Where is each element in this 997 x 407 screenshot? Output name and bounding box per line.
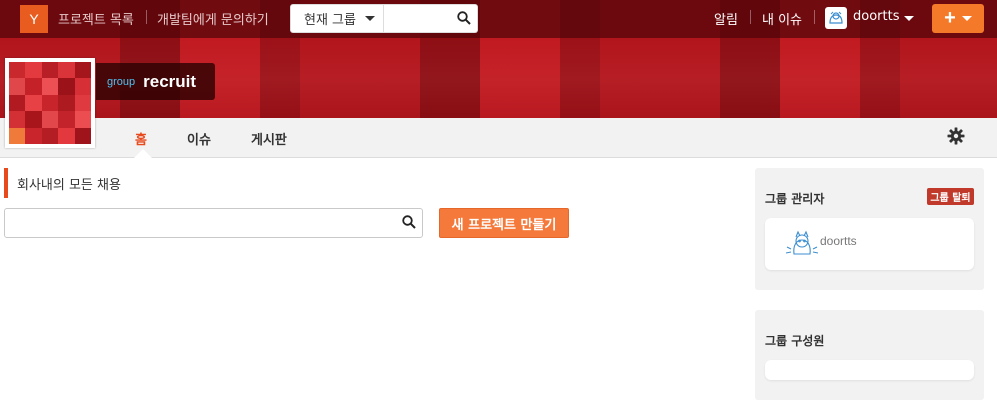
project-list-link[interactable]: 프로젝트 목록 xyxy=(58,9,134,28)
username-link[interactable]: doortts xyxy=(853,9,899,24)
user-avatar[interactable] xyxy=(825,7,847,29)
my-issues-link[interactable]: 내 이슈 xyxy=(762,9,802,28)
chevron-down-icon xyxy=(961,16,972,21)
search-scope-label: 현재 그룹 xyxy=(304,13,356,28)
mosaic-tile xyxy=(74,62,91,79)
chevron-down-icon[interactable] xyxy=(904,16,914,21)
admin-avatar-icon xyxy=(785,230,819,255)
project-search-input[interactable] xyxy=(11,209,401,237)
mosaic-tile xyxy=(74,127,91,144)
admin-card[interactable]: doortts xyxy=(765,218,974,270)
admin-username: doortts xyxy=(820,234,857,248)
mosaic-tile xyxy=(41,94,59,112)
mosaic-tile xyxy=(74,78,91,95)
gear-icon[interactable] xyxy=(947,127,965,145)
global-search-input[interactable] xyxy=(388,5,458,32)
mosaic-tile xyxy=(74,94,91,112)
group-logo-mosaic xyxy=(9,62,91,144)
notifications-link[interactable]: 알림 xyxy=(714,9,738,28)
mosaic-tile xyxy=(58,111,75,128)
mosaic-tile xyxy=(25,78,42,95)
search-icon[interactable] xyxy=(457,11,471,25)
group-name[interactable]: recruit xyxy=(143,72,196,92)
mosaic-tile xyxy=(41,111,59,128)
mosaic-tile xyxy=(9,127,26,144)
global-search-box xyxy=(384,4,478,33)
user-avatar-icon xyxy=(829,11,843,24)
mosaic-tile xyxy=(58,127,75,144)
site-logo[interactable]: Y xyxy=(20,5,48,33)
group-logo xyxy=(5,58,95,148)
mosaic-tile xyxy=(9,62,26,79)
group-members-title: 그룹 구성원 xyxy=(765,334,825,348)
mosaic-tile xyxy=(25,127,42,144)
tab-home[interactable]: 홈 xyxy=(135,129,147,148)
active-tab-indicator xyxy=(134,149,152,158)
tab-issues[interactable]: 이슈 xyxy=(187,129,211,148)
mosaic-tile xyxy=(74,111,91,128)
group-admins-panel: 그룹 관리자 그룹 탈퇴 doortts xyxy=(755,168,984,290)
mosaic-tile xyxy=(25,111,42,128)
mosaic-tile xyxy=(9,78,26,95)
group-admins-title: 그룹 관리자 xyxy=(765,192,825,206)
project-search-box xyxy=(4,208,423,238)
plus-icon: + xyxy=(944,7,956,29)
create-menu-button[interactable]: + xyxy=(932,4,984,33)
mosaic-tile xyxy=(9,111,26,128)
search-icon[interactable] xyxy=(402,215,416,229)
group-type-badge: group xyxy=(107,75,136,88)
group-members-panel: 그룹 구성원 xyxy=(755,310,984,400)
new-project-button[interactable]: 새 프로젝트 만들기 xyxy=(439,208,569,238)
mosaic-tile xyxy=(58,62,75,79)
group-description: 회사내의 모든 채용 xyxy=(17,178,121,193)
search-scope-select[interactable]: 현재 그룹 xyxy=(290,4,384,33)
contact-dev-link[interactable]: 개발팀에게 문의하기 xyxy=(157,9,269,28)
tab-board[interactable]: 게시판 xyxy=(251,129,287,148)
mosaic-tile xyxy=(58,94,75,112)
group-title: group recruit xyxy=(96,63,215,100)
nav-divider xyxy=(146,10,147,24)
nav-divider xyxy=(814,10,815,24)
top-navigation-bar: Y 프로젝트 목록 개발팀에게 문의하기 현재 그룹 알림 내 이슈 doort… xyxy=(0,0,997,38)
mosaic-tile xyxy=(25,94,42,112)
mosaic-tile xyxy=(9,94,26,112)
chevron-down-icon xyxy=(364,16,375,21)
mosaic-tile xyxy=(25,62,42,79)
description-accent-bar xyxy=(4,168,8,198)
members-list xyxy=(765,360,974,380)
leave-group-button[interactable]: 그룹 탈퇴 xyxy=(927,188,974,205)
mosaic-tile xyxy=(58,78,75,95)
mosaic-tile xyxy=(41,127,59,144)
nav-divider xyxy=(750,10,751,24)
mosaic-tile xyxy=(41,78,59,95)
mosaic-tile xyxy=(41,62,59,79)
